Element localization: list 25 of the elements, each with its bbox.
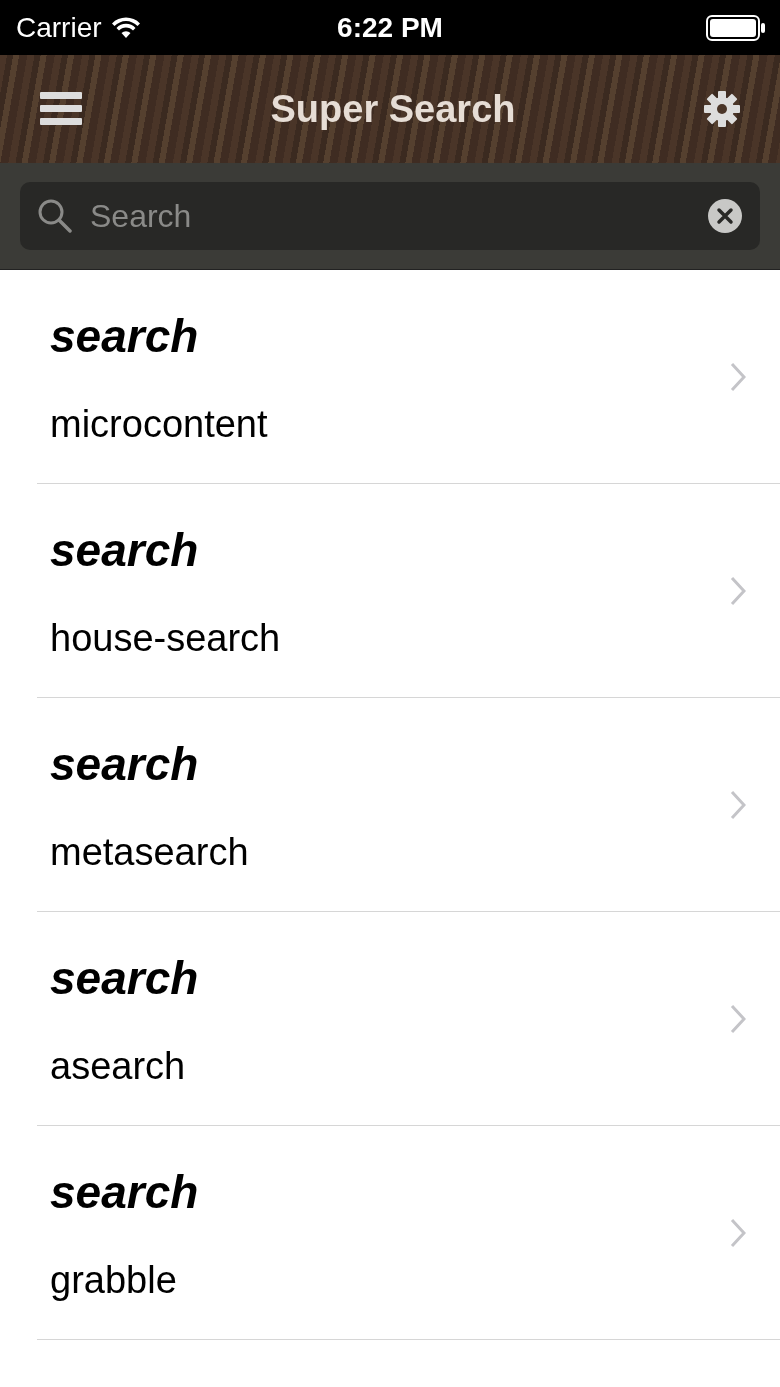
result-term[interactable]: search bbox=[50, 308, 730, 363]
clock-time: 6:22 PM bbox=[337, 11, 443, 43]
wifi-icon bbox=[111, 16, 140, 39]
app-title: Super Search bbox=[270, 87, 516, 131]
menu-icon[interactable] bbox=[40, 92, 82, 126]
result-term[interactable]: search bbox=[50, 950, 730, 1005]
result-match[interactable]: asearch bbox=[50, 1044, 730, 1088]
chevron-icon bbox=[730, 1004, 746, 1034]
clear-icon[interactable] bbox=[708, 199, 742, 233]
result-term[interactable]: search bbox=[50, 1164, 730, 1219]
chevron-icon bbox=[730, 1218, 746, 1248]
battery-icon bbox=[706, 14, 766, 41]
result-match[interactable]: metasearch bbox=[50, 830, 730, 874]
result-match[interactable]: microcontent bbox=[50, 402, 730, 446]
settings-icon[interactable] bbox=[704, 91, 740, 127]
carrier-name: Carrier bbox=[16, 11, 102, 44]
search-field[interactable]: Search bbox=[20, 182, 760, 250]
chevron-icon bbox=[730, 362, 746, 392]
result-term[interactable]: search bbox=[50, 736, 730, 791]
search-icon bbox=[38, 199, 72, 233]
chevron-icon bbox=[730, 790, 746, 820]
result-term[interactable]: search bbox=[50, 522, 730, 577]
result-match[interactable]: grabble bbox=[50, 1258, 730, 1302]
chevron-icon bbox=[730, 576, 746, 606]
result-match[interactable]: house-search bbox=[50, 616, 730, 660]
